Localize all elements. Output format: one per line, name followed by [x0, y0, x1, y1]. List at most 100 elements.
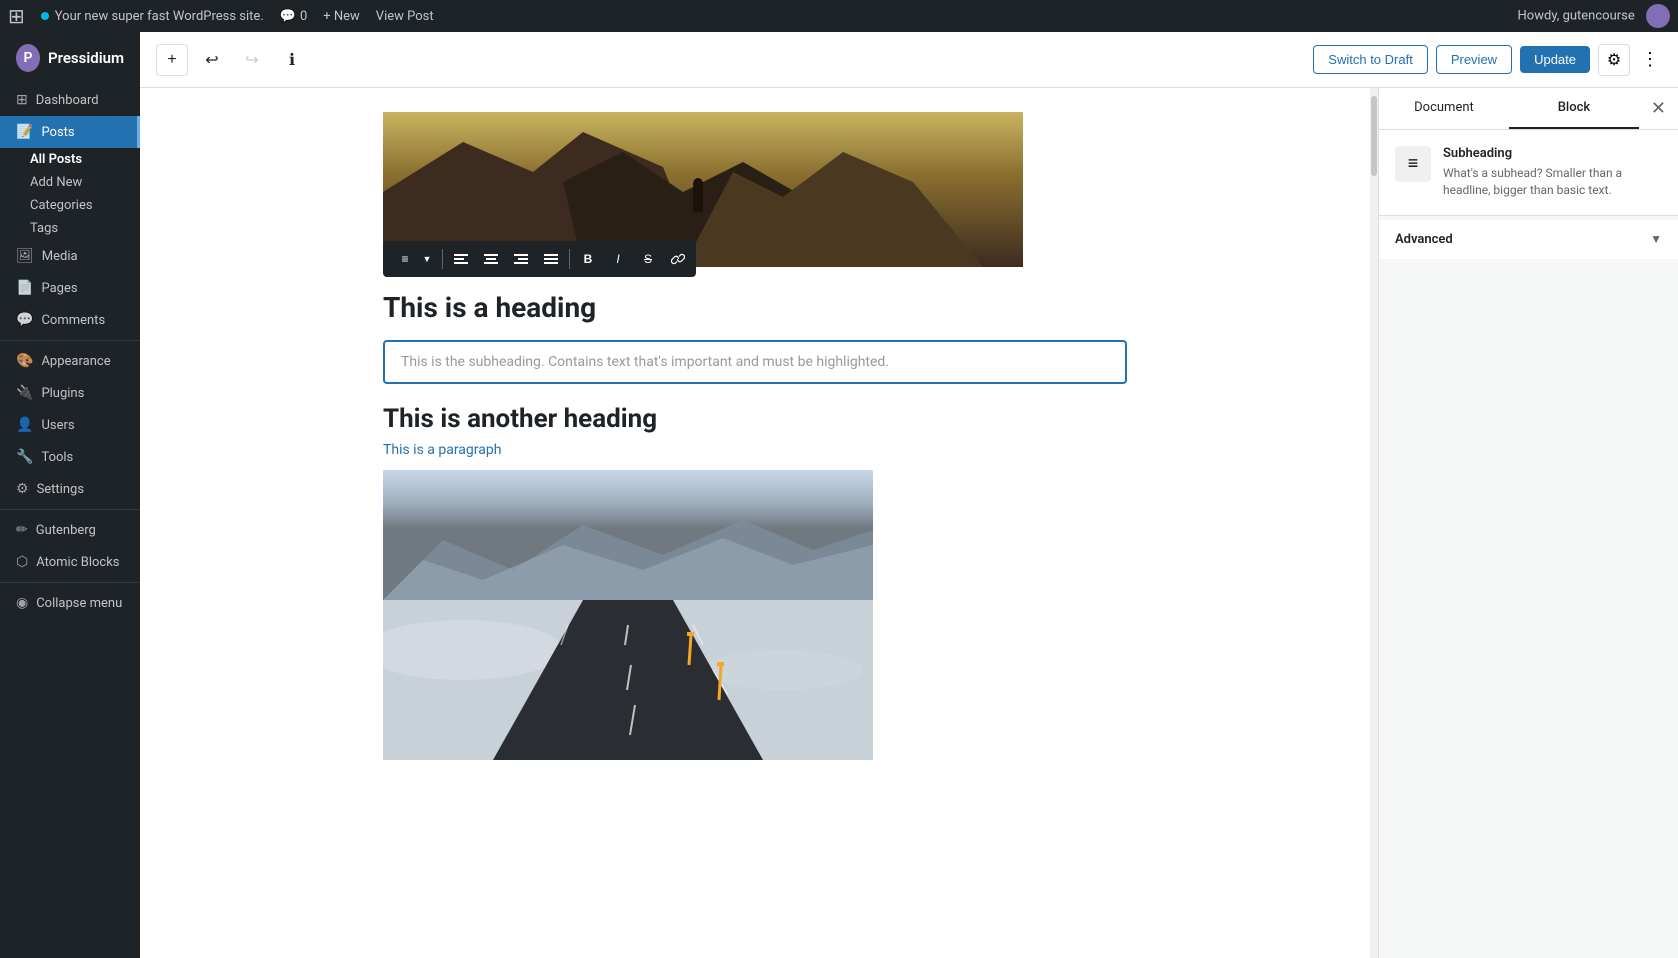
settings-panel-button[interactable]: ⚙ — [1598, 44, 1630, 76]
more-options-button[interactable]: ⋮ — [1638, 44, 1662, 76]
site-name[interactable]: Your new super fast WordPress site. — [41, 9, 264, 24]
sidebar-item-pages[interactable]: 📄 Pages — [0, 272, 140, 304]
sidebar-item-gutenberg[interactable]: ✏ Gutenberg — [0, 514, 140, 546]
sidebar-item-settings[interactable]: ⚙ Settings — [0, 473, 140, 505]
align-center-button[interactable] — [477, 245, 505, 273]
sidebar-item-dashboard[interactable]: ⊞ Dashboard — [0, 84, 140, 116]
advanced-chevron-icon: ▼ — [1650, 232, 1662, 246]
panel-empty-space — [1379, 259, 1678, 958]
panel-tabs: Document Block ✕ — [1379, 88, 1678, 130]
users-icon: 👤 — [16, 417, 33, 433]
sidebar-brand[interactable]: P Pressidium — [0, 32, 140, 84]
editor-content: ≡ ▼ — [140, 88, 1370, 958]
posts-submenu: All Posts Add New Categories Tags — [0, 148, 140, 240]
sidebar: P Pressidium ⊞ Dashboard 📝 Posts All Pos… — [0, 32, 140, 958]
switch-draft-button[interactable]: Switch to Draft — [1313, 45, 1428, 74]
heading-block-selected[interactable]: ≡ ▼ — [383, 283, 1127, 332]
fmt-separator-2 — [569, 249, 570, 269]
sidebar-item-media[interactable]: 🖼 Media — [0, 240, 140, 272]
tab-document[interactable]: Document — [1379, 88, 1509, 129]
road-image-svg — [383, 470, 873, 760]
ellipsis-icon: ⋮ — [1641, 49, 1659, 70]
sidebar-item-collapse-menu[interactable]: ◉ Collapse menu — [0, 587, 140, 619]
info-button[interactable]: ℹ — [276, 44, 308, 76]
gear-icon: ⚙ — [1607, 50, 1621, 70]
heading2-block[interactable]: This is another heading — [383, 404, 1127, 434]
media-icon: 🖼 — [16, 248, 34, 264]
right-panel: Document Block ✕ ≡ Subheading — [1378, 88, 1678, 958]
subheading-block[interactable]: This is the subheading. Contains text th… — [383, 340, 1127, 384]
settings-icon: ⚙ — [16, 481, 29, 497]
editor-inner: ≡ ▼ — [335, 88, 1175, 784]
text-align-button[interactable]: ≡ — [391, 245, 419, 273]
heading2-text: This is another heading — [383, 404, 1127, 434]
strikethrough-button[interactable]: S — [634, 245, 662, 273]
editor-toolbar: + ↩ ↪ ℹ Switch to Draft Preview Update — [140, 32, 1678, 88]
align-left-button[interactable] — [447, 245, 475, 273]
editor-main: ≡ ▼ — [140, 88, 1678, 958]
dashboard-icon: ⊞ — [16, 92, 28, 108]
admin-bar-comments[interactable]: 💬 0 — [280, 9, 308, 24]
undo-button[interactable]: ↩ — [196, 44, 228, 76]
sidebar-divider — [0, 340, 140, 341]
sidebar-item-tags[interactable]: Tags — [30, 217, 140, 240]
preview-button[interactable]: Preview — [1436, 45, 1512, 74]
block-info: ≡ Subheading What's a subhead? Smaller t… — [1379, 130, 1678, 216]
sidebar-divider-3 — [0, 582, 140, 583]
sidebar-item-add-new[interactable]: Add New — [30, 171, 140, 194]
add-block-button[interactable]: + — [156, 44, 188, 76]
site-status-dot — [41, 12, 49, 20]
align-button-group[interactable]: ≡ ▼ — [387, 245, 438, 273]
tab-block[interactable]: Block — [1509, 88, 1639, 129]
undo-icon: ↩ — [205, 50, 218, 70]
tools-icon: 🔧 — [16, 449, 33, 465]
italic-button[interactable]: I — [604, 245, 632, 273]
admin-bar: ⊞ Your new super fast WordPress site. 💬 … — [0, 0, 1678, 32]
brand-icon: P — [16, 44, 40, 72]
paragraph-block[interactable]: This is a paragraph — [383, 442, 1127, 458]
block-info-text: Subheading What's a subhead? Smaller tha… — [1443, 146, 1662, 199]
content-scrollbar[interactable] — [1370, 88, 1378, 958]
sidebar-item-appearance[interactable]: 🎨 Appearance — [0, 345, 140, 377]
road-image-block[interactable] — [383, 470, 873, 760]
link-button[interactable] — [664, 245, 692, 273]
advanced-section-header[interactable]: Advanced ▼ — [1395, 232, 1662, 247]
update-button[interactable]: Update — [1520, 46, 1590, 73]
align-justify-button[interactable] — [537, 245, 565, 273]
bold-button[interactable]: B — [574, 245, 602, 273]
comments-icon: 💬 — [16, 312, 33, 328]
sidebar-item-categories[interactable]: Categories — [30, 194, 140, 217]
subheading-placeholder-text: This is the subheading. Contains text th… — [401, 354, 1109, 370]
sidebar-item-tools[interactable]: 🔧 Tools — [0, 441, 140, 473]
sidebar-item-plugins[interactable]: 🔌 Plugins — [0, 377, 140, 409]
paragraph-text: This is a paragraph — [383, 442, 1127, 458]
admin-bar-new[interactable]: + New — [323, 9, 360, 24]
gutenberg-icon: ✏ — [16, 522, 28, 538]
sidebar-item-comments[interactable]: 💬 Comments — [0, 304, 140, 336]
advanced-section-label: Advanced — [1395, 232, 1453, 247]
appearance-icon: 🎨 — [16, 353, 33, 369]
comment-icon: 💬 — [280, 9, 296, 24]
posts-icon: 📝 — [16, 124, 33, 140]
admin-bar-view-post[interactable]: View Post — [376, 9, 434, 24]
pages-icon: 📄 — [16, 280, 33, 296]
align-dropdown-arrow[interactable]: ▼ — [420, 245, 434, 273]
sidebar-item-atomic-blocks[interactable]: ⬡ Atomic Blocks — [0, 546, 140, 578]
align-right-button[interactable] — [507, 245, 535, 273]
heading-text[interactable]: This is a heading — [383, 283, 1127, 332]
panel-close-button[interactable]: ✕ — [1639, 88, 1678, 129]
sidebar-item-users[interactable]: 👤 Users — [0, 409, 140, 441]
sidebar-item-posts[interactable]: 📝 Posts — [0, 116, 140, 148]
editor-area: + ↩ ↪ ℹ Switch to Draft Preview Update — [140, 32, 1678, 958]
info-icon: ℹ — [289, 50, 295, 70]
formatting-toolbar: ≡ ▼ — [383, 241, 696, 277]
block-type-description: What's a subhead? Smaller than a headlin… — [1443, 165, 1662, 199]
fmt-separator-1 — [442, 249, 443, 269]
sidebar-item-all-posts[interactable]: All Posts — [30, 148, 140, 171]
advanced-section: Advanced ▼ — [1379, 220, 1678, 259]
redo-icon: ↪ — [245, 50, 258, 70]
collapse-icon: ◉ — [16, 595, 28, 611]
wp-logo-icon: ⊞ — [8, 4, 25, 28]
redo-button[interactable]: ↪ — [236, 44, 268, 76]
admin-bar-howdy: Howdy, gutencourse — [1518, 4, 1670, 28]
